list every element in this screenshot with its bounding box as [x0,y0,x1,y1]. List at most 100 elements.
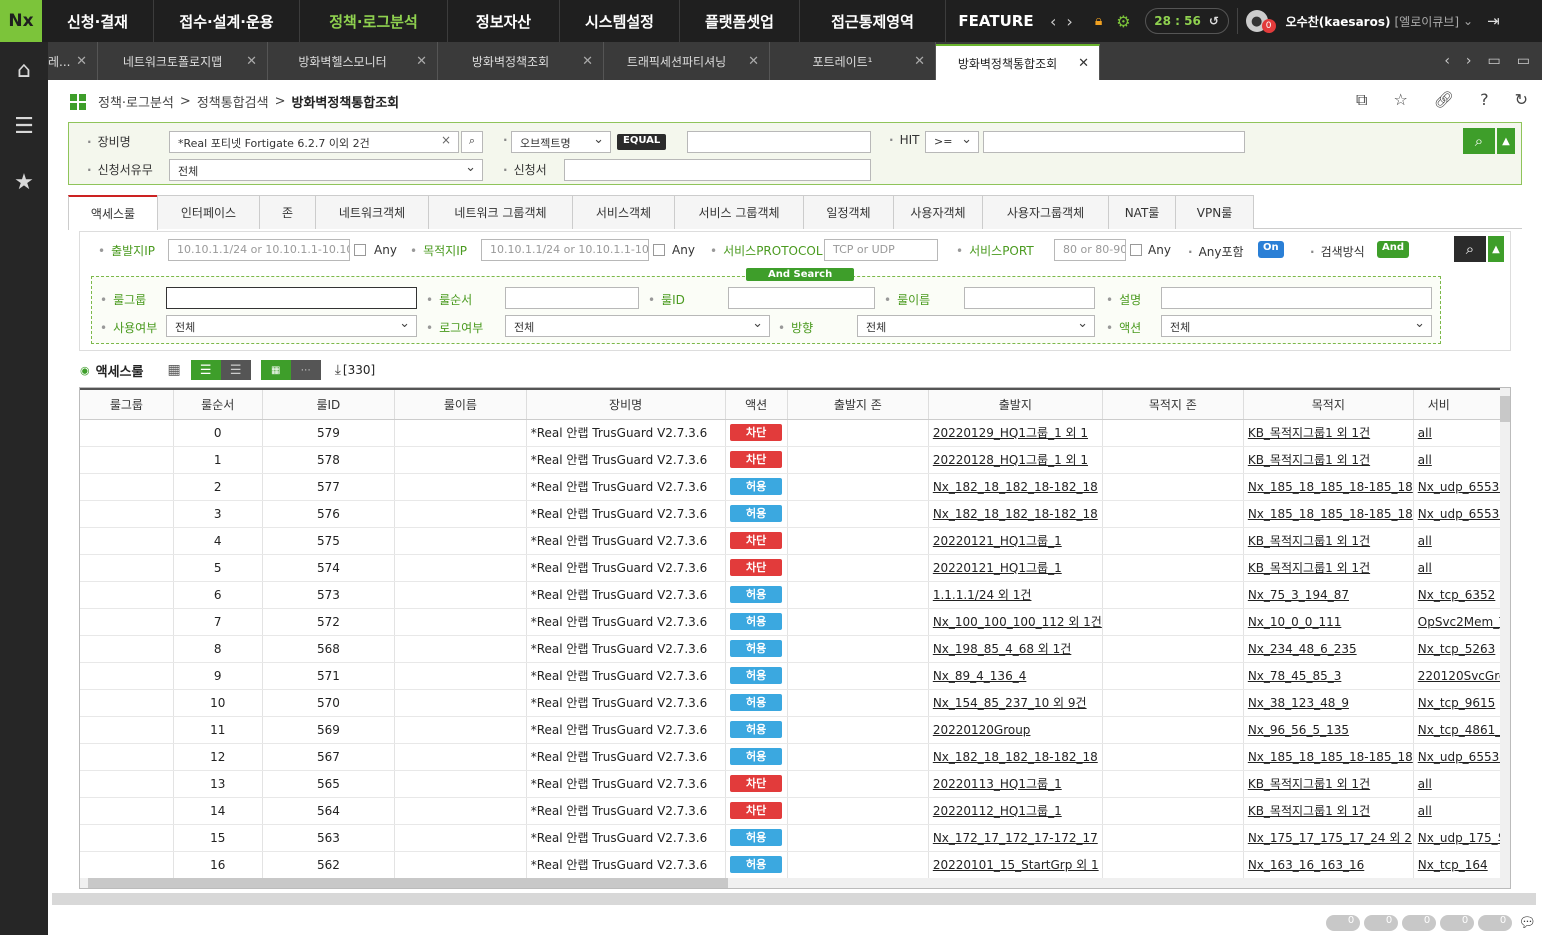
table-row[interactable]: 3 576 *Real 안랩 TrusGuard V2.7.3.6 허용 Nx_182_… [80,500,1510,528]
col-src-zone[interactable]: 출발지 존 [787,388,929,420]
table-cell[interactable]: Nx_udp_65530 [1413,743,1510,771]
table-cell[interactable]: 20220128_HQ1그룹_1 외 1 [928,446,1103,474]
table-row[interactable]: 12 567 *Real 안랩 TrusGuard V2.7.3.6 허용 Nx_182… [80,743,1510,771]
tab-next-icon[interactable]: › [1466,53,1472,69]
table-cell[interactable]: Nx_75_3_194_87 [1243,581,1414,609]
table-cell[interactable]: Nx_10_0_0_111 [1243,608,1414,636]
close-icon[interactable]: ✕ [582,54,593,69]
table-row[interactable]: 6 573 *Real 안랩 TrusGuard V2.7.3.6 허용 1.1.1.1… [80,581,1510,609]
tab-window-7[interactable]: 방화벽정책통합조회 ✕ [936,44,1100,80]
breadcrumb-item[interactable]: 정책·로그분석 [98,92,174,111]
ruleid-input[interactable] [728,287,875,309]
window-min-icon[interactable]: ▭ [1517,53,1530,69]
use-select[interactable]: 전체 [166,315,417,337]
rulename-input[interactable] [964,287,1095,309]
table-cell[interactable]: all [1413,770,1510,798]
object-input[interactable] [687,131,871,153]
table-row[interactable]: 5 574 *Real 안랩 TrusGuard V2.7.3.6 차단 2022012… [80,554,1510,582]
table-cell[interactable]: Nx_tcp_4861_9 [1413,716,1510,744]
table-cell[interactable]: Nx_185_18_185_18-185_18 [1243,743,1414,771]
user-dropdown-icon[interactable]: ⌄ [1463,14,1473,28]
tab-schedule-object[interactable]: 일정객체 [803,195,894,229]
lock-icon[interactable]: 🔒︎ [1095,13,1102,29]
table-cell[interactable]: 220120SvcGro [1413,662,1510,690]
table-cell[interactable]: all [1413,797,1510,825]
table-cell[interactable]: 20220121_HQ1그룹_1 [928,527,1103,555]
tab-window-4[interactable]: 방화벽정책조회 ✕ [438,42,604,80]
clear-icon[interactable]: × [441,133,451,147]
col-src[interactable]: 출발지 [928,388,1103,420]
close-icon[interactable]: ✕ [914,54,925,69]
breadcrumb-item[interactable]: 정책통합검색 [197,92,269,111]
table-cell[interactable]: Nx_78_45_85_3 [1243,662,1414,690]
table-cell[interactable]: 20220121_HQ1그룹_1 [928,554,1103,582]
table-cell[interactable]: Nx_89_4_136_4 [928,662,1103,690]
col-ruleid[interactable]: 룰ID [262,388,396,420]
table-cell[interactable]: Nx_175_17_175_17_24 외 2 [1243,824,1414,852]
table-cell[interactable]: Nx_udp_65530 [1413,500,1510,528]
export-icon[interactable]: ⧉ [1356,90,1367,110]
table-row[interactable]: 14 564 *Real 안랩 TrusGuard V2.7.3.6 차단 202201… [80,797,1510,825]
user-name[interactable]: 오수찬(kaesaros) [1286,13,1391,30]
tab-service-group-object[interactable]: 서비스 그룹객체 [674,195,804,229]
close-icon[interactable]: ✕ [748,54,759,69]
table-cell[interactable]: KB_목적지그룹1 외 1건 [1243,797,1414,825]
col-action[interactable]: 액션 [725,388,788,420]
menu-policy[interactable]: 정책·로그분석 [300,0,448,42]
port-any-checkbox[interactable] [1130,244,1142,256]
table-cell[interactable]: Nx_185_18_185_18-185_18 [1243,500,1414,528]
link-icon[interactable]: 🔗︎ [1434,90,1454,110]
request-input[interactable] [564,159,871,181]
device-search-icon[interactable]: ⌕ [461,131,483,153]
device-input[interactable]: *Real 포티넷 Fortigate 6.2.7 이외 2건 [169,131,459,153]
table-cell[interactable]: Nx_172_17_172_17-172_17 [928,824,1103,852]
tab-nat-rule[interactable]: NAT룰 [1108,195,1176,229]
col-dst[interactable]: 목적지 [1243,388,1414,420]
status-pill[interactable]: 0 [1478,915,1513,931]
menu-platform[interactable]: 플랫폼셋업 [680,0,800,42]
download-icon[interactable]: ⤓ [335,362,341,378]
tab-prev-icon[interactable]: ‹ [1444,53,1450,69]
src-ip-input[interactable]: 10.10.1.1/24 or 10.10.1.1-10.10.1.10 [168,239,350,261]
filter-search-button[interactable]: ⌕ [1454,236,1486,262]
table-cell[interactable]: Nx_38_123_48_9 [1243,689,1414,717]
favorite-icon[interactable]: ☆ [1393,90,1407,110]
table-cell[interactable]: 20220112_HQ1그룹_1 [928,797,1103,825]
user-org[interactable]: [엘로이큐브] [1394,13,1459,30]
table-cell[interactable]: 20220113_HQ1그룹_1 [928,770,1103,798]
table-row[interactable]: 16 562 *Real 안랩 TrusGuard V2.7.3.6 허용 202201… [80,851,1510,879]
menu-design[interactable]: 접수·설계·운용 [154,0,300,42]
vertical-scrollbar[interactable] [1500,388,1510,888]
table-cell[interactable]: Nx_154_85_237_10 외 9건 [928,689,1103,717]
dst-ip-input[interactable]: 10.10.1.1/24 or 10.10.1.1-10.10.1.10 [481,239,649,261]
home-icon[interactable]: ⌂ [0,42,48,98]
table-cell[interactable]: OpSvc2Mem_T [1413,608,1510,636]
table-cell[interactable]: Nx_182_18_182_18-182_18 [928,473,1103,501]
grid-sparse-icon[interactable]: ⋯ [290,360,321,380]
port-input[interactable]: 80 or 80-90 [1054,239,1126,261]
page-scrollbar[interactable] [52,893,1536,905]
tab-user-object[interactable]: 사용자객체 [893,195,983,229]
tab-user-group-object[interactable]: 사용자그룹객체 [982,195,1109,229]
table-cell[interactable]: KB_목적지그룹1 외 1건 [1243,554,1414,582]
col-ruleorder[interactable]: 룰순서 [173,388,263,420]
chat-icon[interactable]: 💬︎ [1518,915,1536,931]
table-cell[interactable]: Nx_udp_175_외 [1413,824,1510,852]
log-select[interactable]: 전체 [505,315,770,337]
tab-vpn-rule[interactable]: VPN룰 [1175,195,1254,229]
tab-interface[interactable]: 인터페이스 [157,195,260,229]
table-cell[interactable]: 20220129_HQ1그룹_1 외 1 [928,419,1103,447]
window-restore-icon[interactable]: ▭ [1488,53,1501,69]
menu-request[interactable]: 신청·결재 [42,0,154,42]
menu-prev-icon[interactable]: ‹ [1050,12,1056,31]
list-menu-icon[interactable]: ☰ [0,98,48,154]
table-row[interactable]: 8 568 *Real 안랩 TrusGuard V2.7.3.6 허용 Nx_198_… [80,635,1510,663]
action-select[interactable]: 전체 [1161,315,1432,337]
table-cell[interactable]: KB_목적지그룹1 외 1건 [1243,527,1414,555]
table-cell[interactable]: Nx_tcp_6352 [1413,581,1510,609]
ruleorder-input[interactable] [505,287,639,309]
table-row[interactable]: 13 565 *Real 안랩 TrusGuard V2.7.3.6 차단 202201… [80,770,1510,798]
col-rulegroup[interactable]: 룰그룹 [80,388,174,420]
table-row[interactable]: 1 578 *Real 안랩 TrusGuard V2.7.3.6 차단 2022012… [80,446,1510,474]
tab-window-3[interactable]: 방화벽헬스모니터 ✕ [268,42,438,80]
